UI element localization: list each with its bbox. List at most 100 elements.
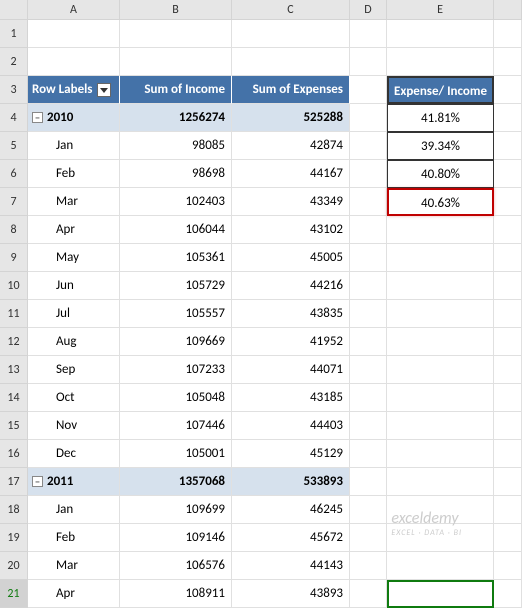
income-cell[interactable]: 105361 bbox=[120, 244, 232, 272]
filter-dropdown-icon[interactable] bbox=[97, 83, 111, 97]
empty-cell[interactable] bbox=[494, 440, 522, 468]
empty-cell[interactable] bbox=[494, 524, 522, 552]
row-label[interactable]: −2011 bbox=[28, 468, 120, 496]
expense-cell[interactable]: 43893 bbox=[232, 580, 350, 608]
income-cell[interactable]: 105001 bbox=[120, 440, 232, 468]
empty-cell[interactable] bbox=[232, 20, 350, 48]
row-label[interactable]: Feb bbox=[28, 160, 120, 188]
empty-cell[interactable] bbox=[387, 580, 494, 608]
empty-cell[interactable] bbox=[494, 20, 522, 48]
row-header-19[interactable]: 19 bbox=[0, 524, 28, 552]
row-header-10[interactable]: 10 bbox=[0, 272, 28, 300]
row-header-9[interactable]: 9 bbox=[0, 244, 28, 272]
collapse-icon[interactable]: − bbox=[32, 476, 43, 487]
row-label[interactable]: Apr bbox=[28, 216, 120, 244]
empty-cell[interactable] bbox=[350, 244, 387, 272]
pivot-row-labels-header[interactable]: Row Labels bbox=[28, 76, 120, 104]
row-header-17[interactable]: 17 bbox=[0, 468, 28, 496]
empty-cell[interactable] bbox=[350, 496, 387, 524]
col-header-B[interactable]: B bbox=[120, 0, 232, 20]
empty-cell[interactable] bbox=[494, 48, 522, 76]
empty-cell[interactable] bbox=[387, 356, 494, 384]
expense-cell[interactable]: 41952 bbox=[232, 328, 350, 356]
col-header-C[interactable]: C bbox=[232, 0, 350, 20]
row-header-16[interactable]: 16 bbox=[0, 440, 28, 468]
expense-cell[interactable]: 43349 bbox=[232, 188, 350, 216]
ratio-cell[interactable]: 41.81% bbox=[387, 104, 494, 132]
corner-cell[interactable] bbox=[0, 0, 28, 20]
row-label[interactable]: Apr bbox=[28, 580, 120, 608]
row-header-3[interactable]: 3 bbox=[0, 76, 28, 104]
empty-cell[interactable] bbox=[387, 440, 494, 468]
expense-cell[interactable]: 44167 bbox=[232, 160, 350, 188]
income-cell[interactable]: 98085 bbox=[120, 132, 232, 160]
expense-cell[interactable]: 44071 bbox=[232, 356, 350, 384]
row-header-12[interactable]: 12 bbox=[0, 328, 28, 356]
expense-cell[interactable]: 42874 bbox=[232, 132, 350, 160]
row-header-14[interactable]: 14 bbox=[0, 384, 28, 412]
ratio-cell[interactable]: 40.80% bbox=[387, 160, 494, 188]
row-label[interactable]: Jul bbox=[28, 300, 120, 328]
expense-cell[interactable]: 45672 bbox=[232, 524, 350, 552]
empty-cell[interactable] bbox=[350, 468, 387, 496]
row-label[interactable]: −2010 bbox=[28, 104, 120, 132]
empty-cell[interactable] bbox=[350, 216, 387, 244]
income-cell[interactable]: 106044 bbox=[120, 216, 232, 244]
expense-cell[interactable]: 43102 bbox=[232, 216, 350, 244]
income-cell[interactable]: 105557 bbox=[120, 300, 232, 328]
empty-cell[interactable] bbox=[350, 356, 387, 384]
row-label[interactable]: Nov bbox=[28, 412, 120, 440]
row-label[interactable]: Jun bbox=[28, 272, 120, 300]
income-cell[interactable]: 1357068 bbox=[120, 468, 232, 496]
col-header-A[interactable]: A bbox=[28, 0, 120, 20]
empty-cell[interactable] bbox=[387, 468, 494, 496]
empty-cell[interactable] bbox=[350, 300, 387, 328]
empty-cell[interactable] bbox=[350, 384, 387, 412]
empty-cell[interactable] bbox=[387, 300, 494, 328]
income-cell[interactable]: 1256274 bbox=[120, 104, 232, 132]
expense-cell[interactable]: 44216 bbox=[232, 272, 350, 300]
row-header-5[interactable]: 5 bbox=[0, 132, 28, 160]
empty-cell[interactable] bbox=[232, 48, 350, 76]
empty-cell[interactable] bbox=[387, 48, 494, 76]
ratio-cell[interactable]: 39.34% bbox=[387, 132, 494, 160]
empty-cell[interactable] bbox=[350, 412, 387, 440]
empty-cell[interactable] bbox=[494, 272, 522, 300]
empty-cell[interactable] bbox=[387, 412, 494, 440]
row-header-21[interactable]: 21 bbox=[0, 580, 28, 608]
row-label[interactable]: Jan bbox=[28, 496, 120, 524]
income-cell[interactable]: 102403 bbox=[120, 188, 232, 216]
empty-cell[interactable] bbox=[350, 552, 387, 580]
row-label[interactable]: Jan bbox=[28, 132, 120, 160]
empty-cell[interactable] bbox=[387, 384, 494, 412]
expense-cell[interactable]: 45129 bbox=[232, 440, 350, 468]
empty-cell[interactable] bbox=[350, 104, 387, 132]
expense-cell[interactable]: 43835 bbox=[232, 300, 350, 328]
col-header-f[interactable] bbox=[494, 0, 522, 20]
empty-cell[interactable] bbox=[387, 496, 494, 524]
empty-cell[interactable] bbox=[494, 76, 522, 104]
empty-cell[interactable] bbox=[387, 20, 494, 48]
expense-cell[interactable]: 525288 bbox=[232, 104, 350, 132]
empty-cell[interactable] bbox=[494, 468, 522, 496]
collapse-icon[interactable]: − bbox=[32, 112, 43, 123]
row-header-13[interactable]: 13 bbox=[0, 356, 28, 384]
empty-cell[interactable] bbox=[494, 580, 522, 608]
empty-cell[interactable] bbox=[28, 48, 120, 76]
expense-cell[interactable]: 44143 bbox=[232, 552, 350, 580]
empty-cell[interactable] bbox=[350, 328, 387, 356]
empty-cell[interactable] bbox=[350, 20, 387, 48]
income-cell[interactable]: 108911 bbox=[120, 580, 232, 608]
empty-cell[interactable] bbox=[387, 216, 494, 244]
income-cell[interactable]: 98698 bbox=[120, 160, 232, 188]
row-header-4[interactable]: 4 bbox=[0, 104, 28, 132]
row-header-6[interactable]: 6 bbox=[0, 160, 28, 188]
row-header-1[interactable]: 1 bbox=[0, 20, 28, 48]
empty-cell[interactable] bbox=[494, 328, 522, 356]
empty-cell[interactable] bbox=[494, 300, 522, 328]
income-cell[interactable]: 107446 bbox=[120, 412, 232, 440]
income-cell[interactable]: 105048 bbox=[120, 384, 232, 412]
empty-cell[interactable] bbox=[494, 356, 522, 384]
empty-cell[interactable] bbox=[494, 244, 522, 272]
empty-cell[interactable] bbox=[387, 524, 494, 552]
